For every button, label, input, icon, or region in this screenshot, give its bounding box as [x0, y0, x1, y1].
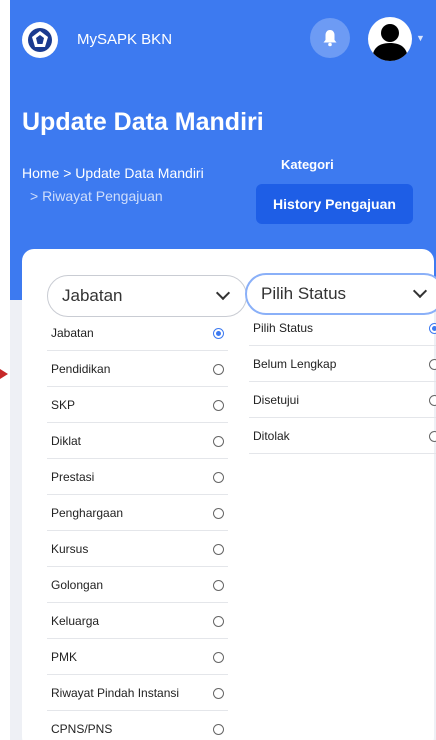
option-label: Kursus [51, 541, 89, 556]
option-label: Prestasi [51, 469, 95, 484]
chevron-down-icon [412, 283, 428, 299]
avatar[interactable] [368, 17, 412, 61]
radio-icon[interactable] [213, 688, 224, 699]
list-item[interactable]: Pendidikan [47, 351, 228, 387]
radio-icon[interactable] [213, 472, 224, 483]
top-bar: MySAPK BKN ▼ [22, 17, 426, 62]
option-label: Golongan [51, 577, 104, 592]
option-label: Riwayat Pindah Instansi [51, 685, 180, 700]
list-item[interactable]: Belum Lengkap [249, 346, 436, 382]
kategori-label: Kategori [281, 157, 334, 172]
option-label: Diklat [51, 433, 82, 448]
radio-icon[interactable] [213, 580, 224, 591]
list-item[interactable]: Pilih Status [249, 310, 436, 346]
chevron-down-icon [215, 285, 231, 301]
radio-icon[interactable] [429, 431, 436, 442]
radio-selected-icon[interactable] [213, 328, 224, 339]
bell-icon[interactable] [310, 18, 350, 58]
radio-icon[interactable] [213, 364, 224, 375]
option-label: PMK [51, 649, 78, 664]
app-logo-icon[interactable] [22, 22, 58, 58]
list-item[interactable]: Penghargaan [47, 495, 228, 531]
radio-icon[interactable] [429, 359, 436, 370]
radio-icon[interactable] [213, 724, 224, 735]
list-item[interactable]: SKP [47, 387, 228, 423]
app-name: MySAPK BKN [77, 31, 173, 48]
option-label: Penghargaan [51, 505, 124, 520]
user-avatar-icon [372, 24, 408, 61]
list-item[interactable]: Golongan [47, 567, 228, 603]
option-label: SKP [51, 397, 76, 412]
status-select-value: Pilih Status [261, 284, 347, 303]
option-label: CPNS/PNS [51, 721, 113, 736]
option-label: Disetujui [253, 392, 300, 407]
option-label: Belum Lengkap [253, 356, 337, 371]
radio-icon[interactable] [213, 652, 224, 663]
list-item[interactable]: PMK [47, 639, 228, 675]
radio-icon[interactable] [213, 508, 224, 519]
jabatan-select-value: Jabatan [62, 286, 123, 305]
list-item[interactable]: CPNS/PNS [47, 711, 228, 740]
option-label: Pilih Status [253, 320, 314, 335]
annotation-arrow-icon [0, 369, 8, 379]
page-title: Update Data Mandiri [22, 108, 264, 136]
list-item[interactable]: Kursus [47, 531, 228, 567]
radio-icon[interactable] [213, 400, 224, 411]
list-item[interactable]: Riwayat Pindah Instansi [47, 675, 228, 711]
radio-icon[interactable] [213, 544, 224, 555]
list-item[interactable]: Disetujui [249, 382, 436, 418]
list-item[interactable]: Diklat [47, 423, 228, 459]
list-item[interactable]: Keluarga [47, 603, 228, 639]
history-pengajuan-button[interactable]: History Pengajuan [256, 184, 413, 224]
jabatan-options-list: Jabatan Pendidikan SKP Diklat Prestasi P… [47, 315, 228, 740]
radio-icon[interactable] [213, 436, 224, 447]
list-item[interactable]: Ditolak [249, 418, 436, 454]
caret-down-icon[interactable]: ▼ [416, 33, 425, 43]
option-label: Keluarga [51, 613, 100, 628]
list-item[interactable]: Prestasi [47, 459, 228, 495]
status-options-list: Pilih Status Belum Lengkap Disetujui Dit… [249, 310, 436, 454]
radio-icon[interactable] [213, 616, 224, 627]
status-select[interactable]: Pilih Status [245, 273, 436, 315]
breadcrumb[interactable]: Home > Update Data Mandiri [22, 165, 204, 181]
option-label: Jabatan [51, 325, 94, 340]
radio-selected-icon[interactable] [429, 323, 436, 334]
breadcrumb-current: > Riwayat Pengajuan [30, 188, 163, 204]
list-item[interactable]: Jabatan [47, 315, 228, 351]
jabatan-select[interactable]: Jabatan [47, 275, 247, 317]
radio-icon[interactable] [429, 395, 436, 406]
option-label: Ditolak [253, 428, 290, 443]
option-label: Pendidikan [51, 361, 111, 376]
